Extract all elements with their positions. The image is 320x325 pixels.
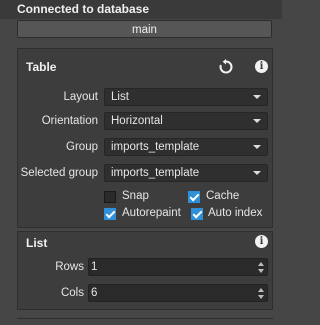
- rows-value: 1: [91, 261, 98, 273]
- reset-icon[interactable]: [218, 59, 234, 75]
- database-button[interactable]: main: [17, 20, 272, 38]
- table-panel-title: Table: [26, 60, 57, 74]
- cols-value: 6: [91, 287, 98, 299]
- chevron-down-icon[interactable]: [258, 295, 264, 299]
- selected-group-value: imports_template: [111, 167, 200, 179]
- group-select[interactable]: imports_template: [104, 138, 268, 156]
- orientation-select[interactable]: Horizontal: [104, 112, 268, 130]
- auto-index-checkbox[interactable]: [191, 208, 203, 220]
- table-panel: Table i Layout List Orientation Horizont…: [17, 48, 273, 228]
- list-panel-title: List: [26, 236, 48, 250]
- rows-label: Rows: [55, 261, 84, 273]
- selected-group-label: Selected group: [20, 167, 98, 179]
- cols-label: Cols: [60, 287, 84, 299]
- group-label: Group: [66, 141, 98, 153]
- auto-index-label: Auto index: [208, 207, 263, 219]
- group-value: imports_template: [111, 141, 200, 153]
- chevron-down-icon[interactable]: [258, 269, 264, 273]
- connection-title: Connected to database: [17, 2, 150, 16]
- layout-value: List: [111, 91, 129, 103]
- list-panel: List i Rows 1 Cols 6: [17, 231, 273, 310]
- cols-stepper[interactable]: 6: [88, 284, 268, 302]
- snap-checkbox[interactable]: [104, 191, 116, 203]
- orientation-label: Orientation: [41, 115, 98, 127]
- connection-header: Connected to database: [0, 0, 282, 19]
- cache-checkbox[interactable]: [188, 191, 200, 203]
- autorepaint-checkbox[interactable]: [104, 208, 116, 220]
- autorepaint-label: Autorepaint: [122, 207, 181, 219]
- snap-label: Snap: [122, 190, 149, 202]
- chevron-up-icon[interactable]: [258, 262, 264, 266]
- layout-select[interactable]: List: [104, 88, 268, 106]
- chevron-down-icon: [253, 171, 261, 175]
- orientation-value: Horizontal: [111, 115, 163, 127]
- selected-group-select[interactable]: imports_template: [104, 164, 268, 182]
- rows-stepper[interactable]: 1: [88, 258, 268, 276]
- cache-label: Cache: [206, 190, 240, 202]
- layout-label: Layout: [63, 91, 98, 103]
- chevron-down-icon: [253, 119, 261, 123]
- table-info-icon[interactable]: i: [255, 60, 268, 73]
- chevron-up-icon[interactable]: [258, 288, 264, 292]
- panel-divider: [17, 318, 273, 319]
- chevron-down-icon: [253, 95, 261, 99]
- list-info-icon[interactable]: i: [255, 235, 268, 248]
- chevron-down-icon: [253, 145, 261, 149]
